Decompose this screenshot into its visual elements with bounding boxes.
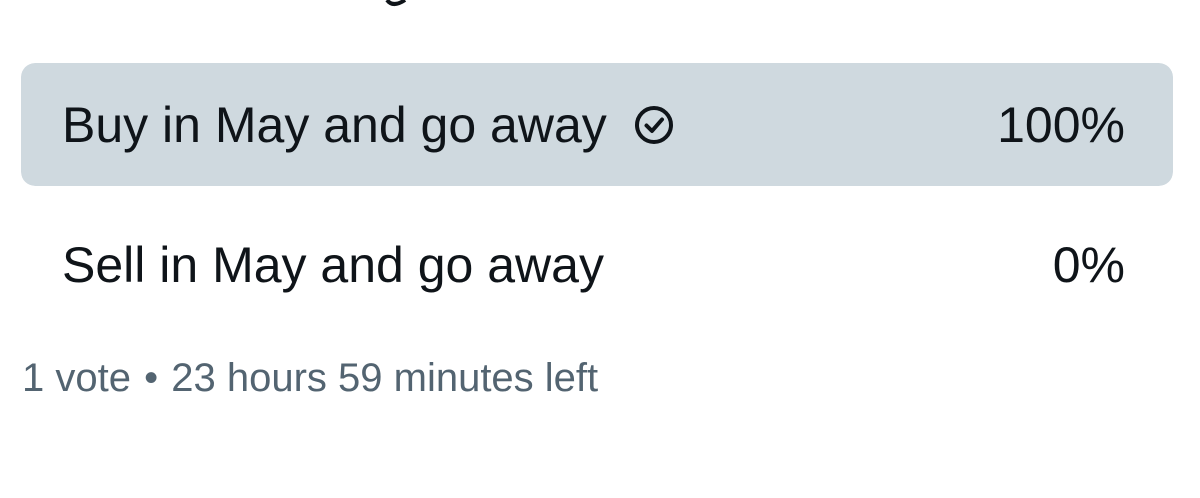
time-remaining: 23 hours 59 minutes left xyxy=(171,356,599,400)
poll-meta: 1 vote • 23 hours 59 minutes left xyxy=(22,356,598,401)
poll-option-content: Buy in May and go away 100% xyxy=(21,63,1173,186)
poll-option-label-wrap: Sell in May and go away xyxy=(62,236,604,294)
poll-card: Buy in May and go away 100% Sell in May … xyxy=(0,0,1200,498)
poll-option-buy: Buy in May and go away 100% xyxy=(21,63,1173,186)
vote-count: 1 vote xyxy=(22,356,131,400)
poll-option-content: Sell in May and go away 0% xyxy=(21,203,1173,326)
clipped-text-fragment xyxy=(385,0,407,6)
poll-option-label: Sell in May and go away xyxy=(62,236,604,293)
check-circle-icon xyxy=(633,104,675,146)
poll-option-percent: 0% xyxy=(1052,236,1125,293)
poll-option-percent: 100% xyxy=(997,96,1125,153)
poll-option-label-wrap: Buy in May and go away xyxy=(62,96,675,154)
poll-option-label: Buy in May and go away xyxy=(62,96,607,153)
meta-separator: • xyxy=(144,356,159,400)
poll-option-sell: Sell in May and go away 0% xyxy=(21,203,1173,326)
